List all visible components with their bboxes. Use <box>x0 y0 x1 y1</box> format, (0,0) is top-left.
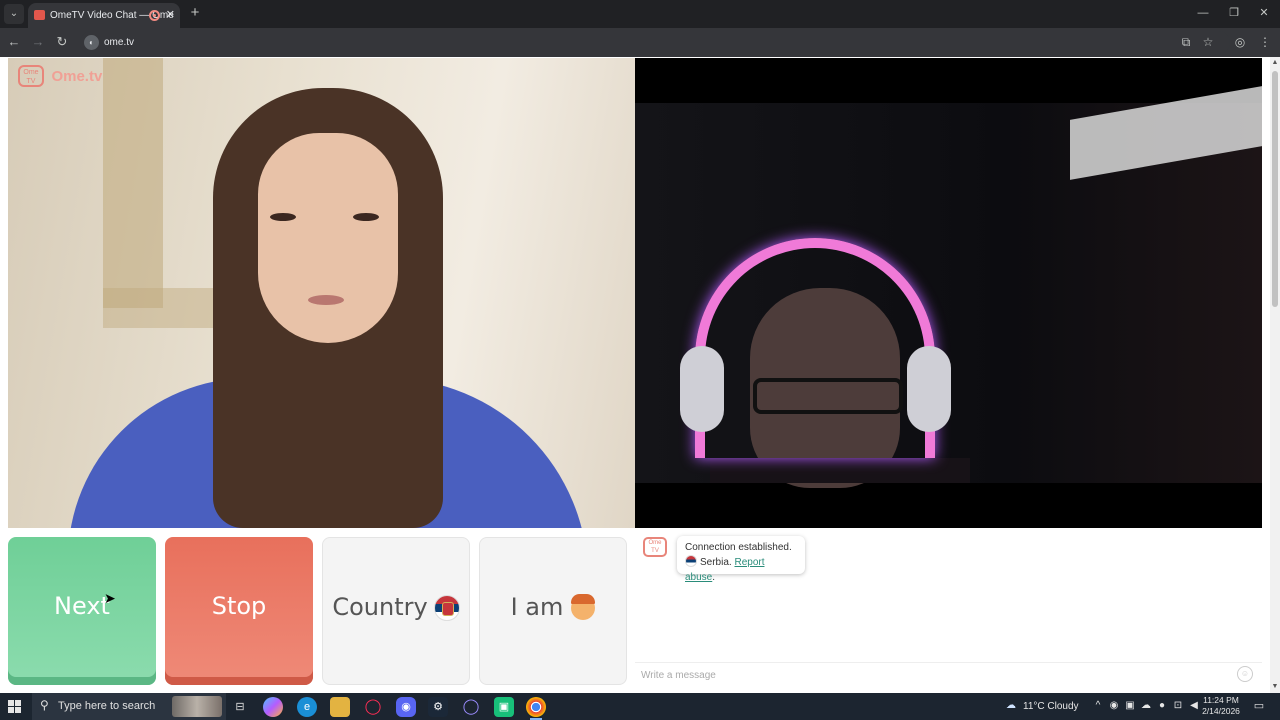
tray-network-app-icon[interactable]: ☁ <box>1140 700 1152 712</box>
headset-earcup <box>907 346 951 432</box>
report-suffix: . <box>712 572 716 583</box>
taskbar-search-placeholder: Type here to search <box>58 700 156 712</box>
clock-time: 11:24 PM <box>1203 695 1239 705</box>
chrome-icon[interactable] <box>526 697 546 720</box>
mouse-cursor-icon: ➤ <box>104 590 116 606</box>
opera-icon[interactable]: ◯ <box>363 697 383 717</box>
local-video <box>635 58 1262 528</box>
new-tab-icon[interactable]: + <box>186 4 204 22</box>
app-green-icon[interactable]: ▣ <box>494 697 514 717</box>
discord-icon[interactable]: ◉ <box>396 697 416 717</box>
remote-person-eye <box>353 213 379 221</box>
chat-panel: Ome TV Connection established. Serbia. R… <box>635 528 1262 693</box>
remote-person-eye <box>270 213 296 221</box>
country-name: Serbia. <box>700 557 732 568</box>
taskbar-clock[interactable]: 11:24 PM 2/14/2026 <box>1199 695 1243 717</box>
tab-close-icon[interactable]: ✕ <box>166 3 175 28</box>
emoji-icon[interactable]: ☺ <box>1237 666 1253 682</box>
app-ring-icon[interactable]: ◯ <box>461 697 481 717</box>
ometv-logo-icon: Ome TV <box>18 65 44 87</box>
gender-button[interactable]: I am <box>479 537 627 685</box>
steam-icon[interactable]: ⚙ <box>428 697 448 717</box>
notification-center-icon[interactable]: ▭ <box>1253 700 1265 712</box>
weather-cloud-icon[interactable]: ☁ <box>1003 700 1019 712</box>
search-icon: ⚲ <box>40 698 49 712</box>
clock-date: 2/14/2026 <box>1202 706 1240 716</box>
iam-label: I am <box>510 593 564 621</box>
install-app-icon[interactable]: ⧉ <box>1177 33 1195 51</box>
windows-taskbar: ⚲ Type here to search ⊟ e ◯ ◉ ⚙ ◯ ▣ ☁ 11… <box>0 693 1280 720</box>
address-bar[interactable]: ◐ ome.tv <box>80 31 1230 54</box>
tray-app-icon[interactable]: ▣ <box>1124 700 1136 712</box>
serbia-flag-icon <box>685 555 697 567</box>
file-explorer-icon[interactable] <box>330 697 350 717</box>
connection-status-text: Connection established. <box>685 542 792 553</box>
ometv-logo[interactable]: Ome TV Ome.tv <box>18 65 102 91</box>
microphone-icon[interactable]: ● <box>1156 700 1168 712</box>
tab-favicon-icon <box>34 10 45 20</box>
local-person-body <box>710 458 970 483</box>
country-label: Country <box>332 593 428 621</box>
remote-video <box>8 58 635 528</box>
tray-record-icon[interactable]: ◉ <box>1108 700 1120 712</box>
reload-icon[interactable]: ↻ <box>53 33 71 51</box>
restore-icon[interactable]: ❐ <box>1219 4 1249 22</box>
taskbar-search[interactable]: ⚲ Type here to search <box>32 693 226 720</box>
boy-emoji-icon <box>571 594 596 620</box>
ometv-chat-avatar-icon: Ome TV <box>643 537 667 557</box>
network-icon[interactable]: ⊡ <box>1172 700 1184 712</box>
search-highlight-image <box>172 696 222 717</box>
serbia-flag-icon <box>433 595 460 621</box>
bookmark-star-icon[interactable]: ☆ <box>1199 33 1217 51</box>
remote-person-face <box>258 133 398 343</box>
back-icon[interactable]: ← <box>5 33 23 51</box>
scroll-thumb[interactable] <box>1272 71 1278 307</box>
site-info-icon[interactable]: ◐ <box>84 35 99 50</box>
system-message: Connection established. Serbia. Report a… <box>677 536 805 583</box>
scroll-up-icon[interactable]: ▲ <box>1271 59 1279 67</box>
chat-input-row: ☺ <box>635 662 1262 686</box>
profile-icon[interactable]: ◎ <box>1231 33 1249 51</box>
scroll-down-icon[interactable]: ▼ <box>1271 683 1279 691</box>
message-input[interactable] <box>641 667 1221 683</box>
task-view-icon[interactable]: ⊟ <box>230 697 250 717</box>
country-button[interactable]: Country <box>322 537 470 685</box>
tab-ometv[interactable]: OmeTV Video Chat — Ome ✕ <box>28 3 180 28</box>
edge-icon[interactable]: e <box>297 697 317 717</box>
forward-icon[interactable]: → <box>29 33 47 51</box>
weather-text[interactable]: 11°C Cloudy <box>1023 693 1079 720</box>
partner-country-line: Serbia. Report abuse. <box>685 555 797 585</box>
copilot-icon[interactable] <box>263 697 283 717</box>
minimize-icon[interactable]: — <box>1188 4 1218 22</box>
page-scrollbar[interactable]: ▲ ▼ <box>1270 57 1280 693</box>
menu-kebab-icon[interactable]: ⋮ <box>1256 33 1274 51</box>
browser-toolbar: ← → ↻ ◐ ome.tv ⧉ ☆ ◎ ⋮ <box>0 28 1280 57</box>
window-close-icon[interactable]: ✕ <box>1249 4 1279 22</box>
stop-button[interactable]: Stop <box>165 537 313 685</box>
recording-indicator-icon <box>149 10 160 21</box>
next-button[interactable]: Next <box>8 537 156 685</box>
windows-start-icon[interactable] <box>8 700 22 714</box>
tab-list-chevron-icon[interactable]: ⌄ <box>4 4 24 24</box>
headset-earcup <box>680 346 724 432</box>
tray-overflow-chevron-icon[interactable]: ^ <box>1092 700 1104 712</box>
wall-decor <box>103 58 163 308</box>
url-text: ome.tv <box>104 37 135 48</box>
ometv-logo-text: Ome.tv <box>51 67 103 85</box>
browser-tab-bar: ⌄ OmeTV Video Chat — Ome ✕ + — ❐ ✕ <box>0 0 1280 28</box>
remote-person-mouth <box>308 295 344 305</box>
